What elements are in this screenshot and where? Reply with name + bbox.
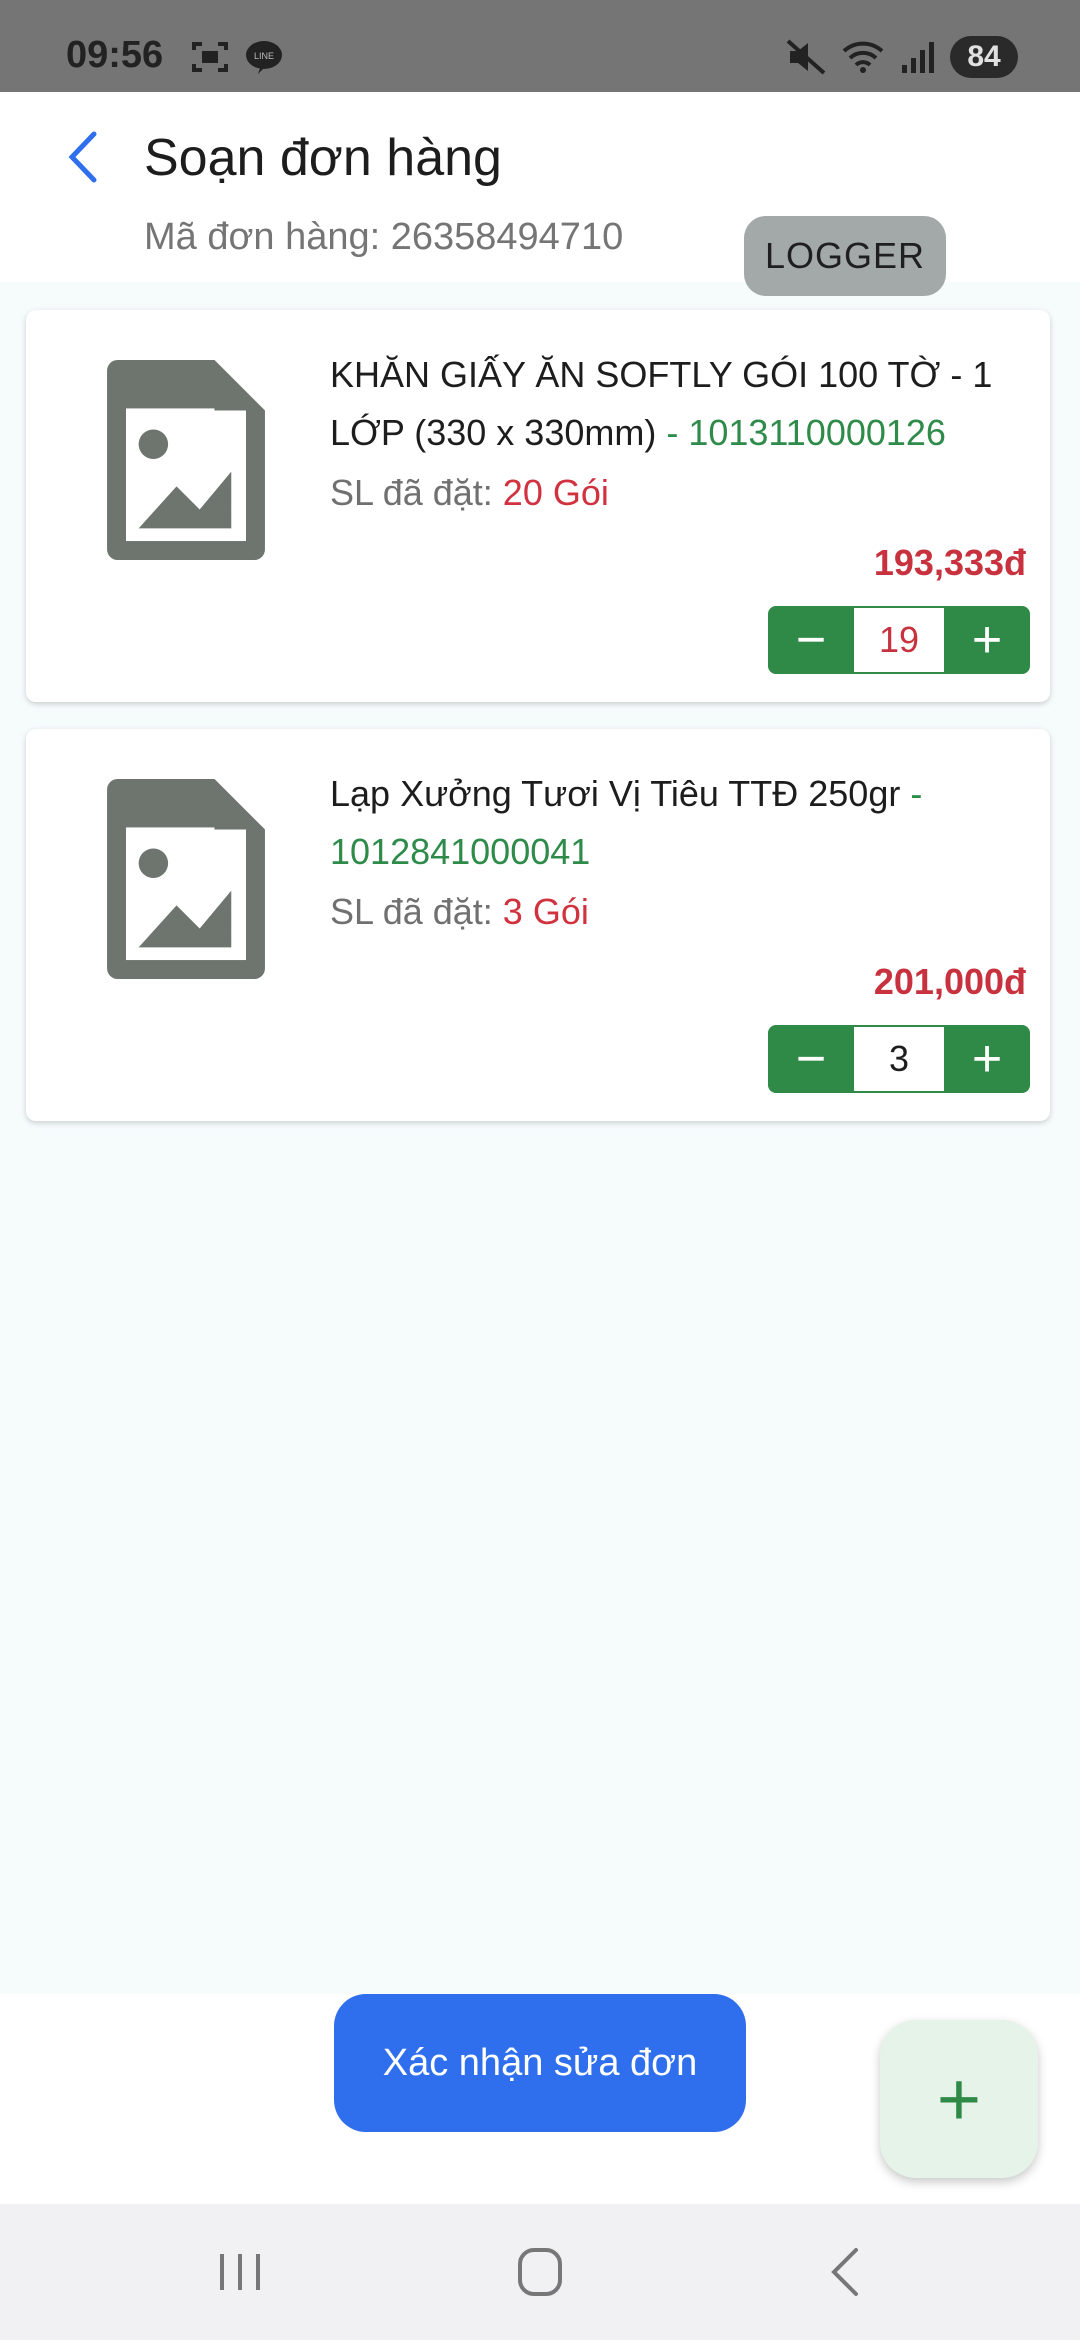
back-arrow-icon[interactable] [60, 122, 110, 192]
image-placeholder-icon [107, 779, 265, 979]
ordered-quantity-label: SL đã đặt: [330, 891, 503, 932]
battery-indicator: 84 [950, 36, 1018, 78]
product-sku: - 1013110000126 [656, 412, 946, 453]
back-nav-icon[interactable] [806, 2242, 886, 2302]
quantity-stepper: − + [768, 606, 1030, 674]
quantity-input[interactable] [854, 1027, 944, 1091]
ordered-quantity-value: 20 Gói [502, 472, 609, 513]
wifi-icon [842, 41, 884, 73]
add-product-fab[interactable]: + [880, 2020, 1038, 2178]
logger-button[interactable]: LOGGER [744, 216, 946, 296]
increase-button[interactable]: + [944, 1025, 1030, 1093]
ordered-quantity: SL đã đặt: 3 Gói [330, 891, 589, 933]
product-name: Lạp Xưởng Tươi Vị Tiêu TTĐ 250gr - 10128… [330, 765, 1020, 881]
product-price: 193,333đ [873, 542, 1026, 583]
recent-apps-icon[interactable] [200, 2242, 280, 2302]
increase-button[interactable]: + [944, 606, 1030, 674]
product-price: 201,000đ [873, 961, 1026, 1002]
decrease-button[interactable]: − [768, 1025, 854, 1093]
system-nav-bar [0, 2204, 1080, 2340]
decrease-button[interactable]: − [768, 606, 854, 674]
app-header: Soạn đơn hàng Mã đơn hàng: 26358494710 L… [0, 92, 1080, 296]
signal-icon [902, 42, 934, 73]
quantity-stepper: − + [768, 1025, 1030, 1093]
confirm-edit-order-button[interactable]: Xác nhận sửa đơn [334, 1994, 746, 2132]
ordered-quantity: SL đã đặt: 20 Gói [330, 472, 609, 514]
product-title: Lạp Xưởng Tươi Vị Tiêu TTĐ 250gr [330, 773, 901, 814]
product-name: KHĂN GIẤY ĂN SOFTLY GÓI 100 TỜ - 1 LỚP (… [330, 346, 1020, 462]
svg-text:LINE: LINE [254, 51, 274, 61]
ordered-quantity-label: SL đã đặt: [330, 472, 503, 513]
home-icon[interactable] [500, 2242, 580, 2302]
ordered-quantity-value: 3 Gói [502, 891, 589, 932]
order-code: Mã đơn hàng: 26358494710 [144, 216, 624, 258]
quantity-input[interactable] [854, 608, 944, 672]
screenshot-icon [192, 42, 228, 72]
product-card: Lạp Xưởng Tươi Vị Tiêu TTĐ 250gr - 10128… [26, 729, 1050, 1121]
product-card: KHĂN GIẤY ĂN SOFTLY GÓI 100 TỜ - 1 LỚP (… [26, 310, 1050, 702]
image-placeholder-icon [107, 360, 265, 560]
status-bar: 09:56 LINE 84 [0, 0, 1080, 92]
page-title: Soạn đơn hàng [144, 129, 502, 187]
line-app-icon: LINE [246, 41, 282, 74]
mute-icon [786, 39, 826, 75]
status-time: 09:56 [66, 34, 164, 76]
